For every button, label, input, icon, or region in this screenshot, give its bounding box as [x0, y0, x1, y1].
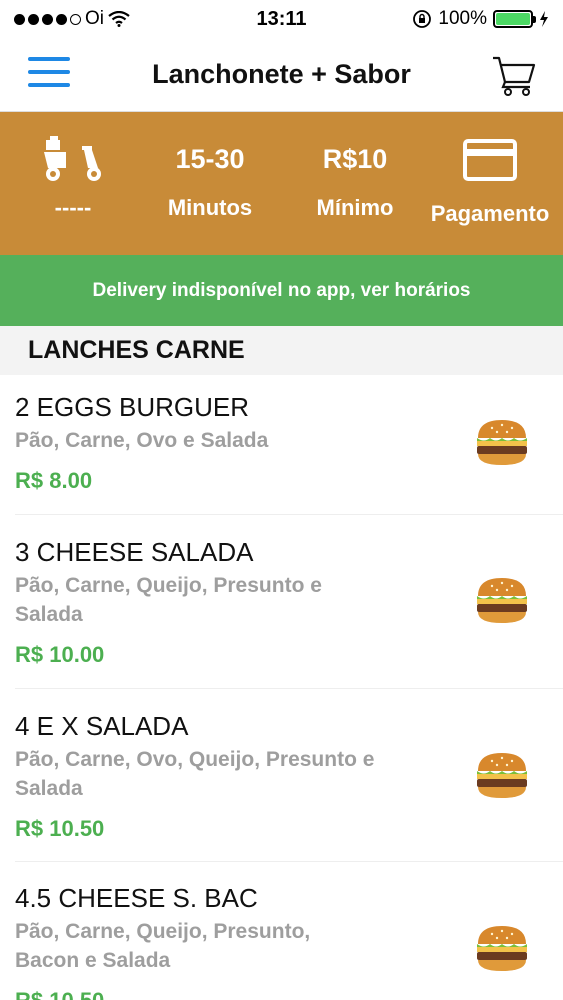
delivery-time-unit: Minutos — [167, 195, 253, 220]
hamburger-menu-icon[interactable] — [26, 54, 72, 90]
minimum-order-label: Mínimo — [316, 195, 394, 220]
battery-percent: 100% — [438, 8, 487, 29]
burger-icon — [477, 753, 527, 798]
status-time: 13:11 — [256, 7, 307, 30]
menu-item[interactable]: 3 CHEESE SALADA Pão, Carne, Queijo, Pres… — [15, 515, 563, 689]
item-price: R$ 10.50 — [15, 816, 105, 841]
page-title: Lanchonete + Sabor — [152, 59, 411, 89]
item-description: Pão, Carne, Queijo, Presunto e Salada — [15, 574, 322, 626]
delivery-notice-banner[interactable]: Delivery indisponível no app, ver horári… — [0, 255, 563, 326]
payment-info[interactable]: Pagamento — [420, 112, 560, 255]
credit-card-icon — [463, 138, 517, 181]
item-price: R$ 10.50 — [15, 988, 548, 1000]
delivery-info: ----- — [28, 112, 118, 255]
item-description: Pão, Carne, Ovo, Queijo, Presunto e Sala… — [15, 748, 375, 800]
item-price: R$ 8.00 — [15, 468, 93, 493]
delivery-fee-value: ----- — [54, 195, 92, 220]
carrier-name: Oi — [85, 8, 104, 29]
status-bar: Oi 13:11 100% — [0, 0, 563, 38]
payment-label: Pagamento — [430, 201, 550, 226]
menu-item[interactable]: 4 E X SALADA Pão, Carne, Ovo, Queijo, Pr… — [15, 689, 563, 862]
burger-icon — [477, 578, 527, 623]
item-name: 4.5 CHEESE S. BAC — [15, 883, 258, 913]
status-left: Oi — [14, 8, 130, 30]
shopping-cart-icon[interactable] — [491, 52, 537, 98]
item-description: Pão, Carne, Ovo e Salada — [15, 429, 269, 452]
status-right: 100% — [412, 8, 549, 30]
item-price: R$ 10.00 — [15, 642, 105, 667]
wifi-icon — [108, 11, 130, 27]
item-name: 4 E X SALADA — [15, 711, 189, 741]
menu-item[interactable]: 2 EGGS BURGUER Pão, Carne, Ovo e Salada … — [15, 375, 563, 515]
section-header: LANCHES CARNE — [0, 326, 563, 375]
minimum-order-value: R$10 — [322, 144, 388, 174]
item-description: Pão, Carne, Queijo, Presunto, Bacon e Sa… — [15, 920, 311, 972]
delivery-time-value: 15-30 — [175, 144, 245, 174]
burger-icon — [477, 420, 527, 465]
restaurant-info-banner: ----- 15-30 Minutos R$10 Mínimo Pagament… — [0, 112, 563, 255]
signal-strength-icon — [14, 13, 81, 25]
rotation-lock-icon — [413, 10, 432, 28]
delivery-scooter-icon — [44, 135, 101, 181]
delivery-time-info: 15-30 Minutos — [150, 112, 270, 255]
menu-item-list: 2 EGGS BURGUER Pão, Carne, Ovo e Salada … — [0, 375, 563, 1000]
item-name: 3 CHEESE SALADA — [15, 537, 254, 567]
battery-icon — [493, 10, 536, 28]
menu-item[interactable]: 4.5 CHEESE S. BAC Pão, Carne, Queijo, Pr… — [15, 862, 563, 1000]
burger-icon — [477, 926, 527, 971]
minimum-order-info: R$10 Mínimo — [300, 112, 410, 255]
item-name: 2 EGGS BURGUER — [15, 392, 250, 422]
navigation-bar: Lanchonete + Sabor — [0, 38, 563, 112]
charging-icon — [540, 11, 548, 27]
